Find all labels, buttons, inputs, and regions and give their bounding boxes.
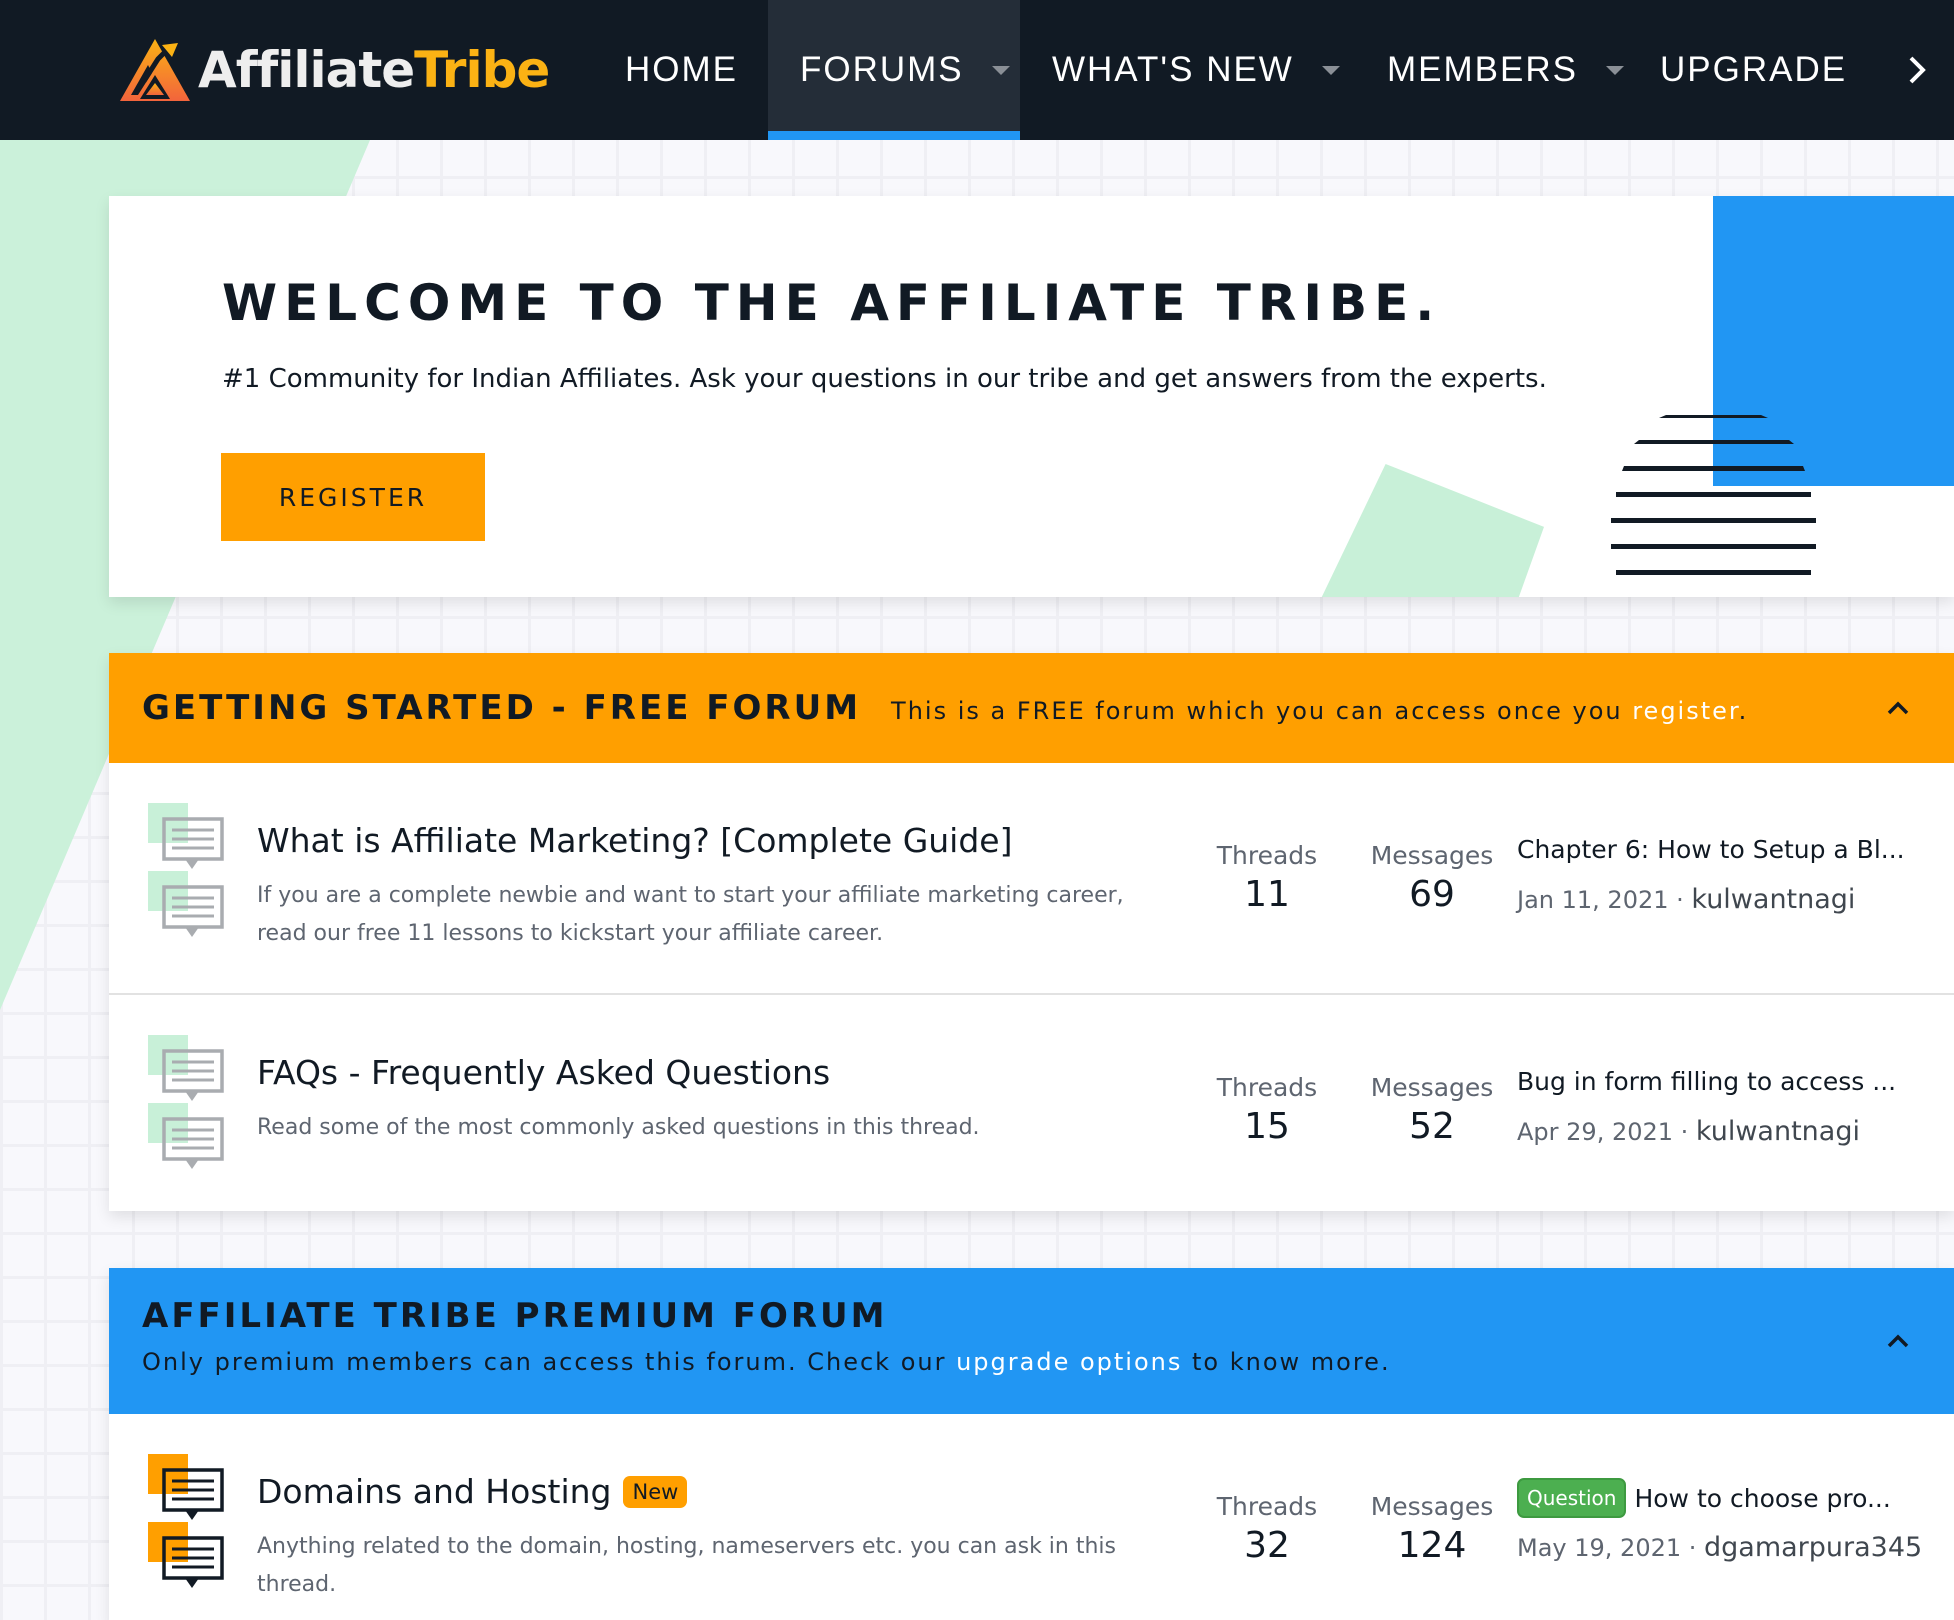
threads-count: 11 bbox=[1244, 874, 1290, 915]
messages-stat: Messages 69 bbox=[1354, 841, 1510, 915]
threads-count: 32 bbox=[1244, 1525, 1290, 1566]
latest-post-meta: Apr 29, 2021 · kulwantnagi bbox=[1517, 1116, 1860, 1147]
latest-post-user-link[interactable]: kulwantnagi bbox=[1696, 1116, 1860, 1147]
forum-description: If you are a complete newbie and want to… bbox=[257, 883, 1124, 946]
nav-home[interactable]: HOME bbox=[625, 0, 738, 140]
nav-more-button[interactable] bbox=[1897, 48, 1937, 92]
latest-post: Chapter 6: How to Setup a Bl... Jan 11, … bbox=[1517, 835, 1937, 915]
register-link[interactable]: register bbox=[1632, 697, 1738, 725]
category-title[interactable]: AFFILIATE TRIBE PREMIUM FORUM bbox=[142, 1296, 1954, 1336]
forum-description: Read some of the most commonly asked que… bbox=[257, 1115, 980, 1140]
latest-post: Bug in form filling to access ... Apr 29… bbox=[1517, 1067, 1937, 1147]
site-logo[interactable]: AffiliateTribe bbox=[118, 36, 550, 104]
question-prefix-badge: Question bbox=[1517, 1478, 1627, 1518]
nav-upgrade[interactable]: UPGRADE bbox=[1660, 0, 1847, 140]
nav-whats-new[interactable]: WHAT'S NEW bbox=[1052, 0, 1340, 140]
decorative-lines bbox=[1611, 415, 1816, 575]
top-navigation: AffiliateTribe HOME FORUMS WHAT'S NEW ME… bbox=[0, 0, 1954, 140]
logo-icon bbox=[120, 39, 190, 101]
upgrade-options-link[interactable]: upgrade options bbox=[956, 1348, 1182, 1376]
threads-stat: Threads 32 bbox=[1197, 1492, 1337, 1566]
forum-row: What is Affiliate Marketing? [Complete G… bbox=[109, 763, 1954, 995]
forum-read-icon bbox=[148, 1035, 224, 1169]
threads-stat: Threads 11 bbox=[1197, 841, 1337, 915]
welcome-banner: WELCOME TO THE AFFILIATE TRIBE. #1 Commu… bbox=[109, 196, 1954, 597]
collapse-chevron-up-icon[interactable] bbox=[1882, 1325, 1914, 1357]
messages-stat: Messages 52 bbox=[1354, 1073, 1510, 1147]
welcome-subtitle: #1 Community for Indian Affiliates. Ask … bbox=[222, 364, 1547, 394]
new-badge: New bbox=[623, 1475, 688, 1508]
category-description: This is a FREE forum which you can acces… bbox=[891, 697, 1749, 725]
messages-count: 124 bbox=[1397, 1525, 1467, 1566]
latest-post-title-link[interactable]: Bug in form filling to access ... bbox=[1517, 1067, 1937, 1096]
nav-members[interactable]: MEMBERS bbox=[1387, 0, 1624, 140]
forum-category-free: GETTING STARTED - FREE FORUM This is a F… bbox=[109, 653, 1954, 1211]
latest-post-user-link[interactable]: dgamarpura345 bbox=[1704, 1532, 1922, 1563]
forum-title-link[interactable]: What is Affiliate Marketing? [Complete G… bbox=[257, 821, 1012, 860]
latest-post-user-link[interactable]: kulwantnagi bbox=[1691, 884, 1855, 915]
welcome-title: WELCOME TO THE AFFILIATE TRIBE. bbox=[222, 274, 1442, 332]
forum-title-link[interactable]: FAQs - Frequently Asked Questions bbox=[257, 1053, 830, 1092]
forum-title-link[interactable]: Domains and Hosting New bbox=[257, 1472, 688, 1511]
category-title[interactable]: GETTING STARTED - FREE FORUM bbox=[142, 688, 861, 728]
forum-row: FAQs - Frequently Asked Questions Read s… bbox=[109, 995, 1954, 1211]
chevron-right-icon bbox=[1909, 56, 1926, 84]
messages-count: 69 bbox=[1409, 874, 1455, 915]
category-header: GETTING STARTED - FREE FORUM This is a F… bbox=[109, 653, 1954, 763]
threads-count: 15 bbox=[1244, 1106, 1290, 1147]
latest-post-title-link[interactable]: Chapter 6: How to Setup a Bl... bbox=[1517, 835, 1937, 864]
dropdown-caret-icon[interactable] bbox=[1321, 65, 1340, 75]
forum-row: Domains and Hosting New Anything related… bbox=[109, 1414, 1954, 1620]
messages-count: 52 bbox=[1409, 1106, 1455, 1147]
latest-post-meta: Jan 11, 2021 · kulwantnagi bbox=[1517, 884, 1856, 915]
collapse-chevron-up-icon[interactable] bbox=[1882, 692, 1914, 724]
forum-description: Anything related to the domain, hosting,… bbox=[257, 1534, 1116, 1597]
latest-post-meta: May 19, 2021 · dgamarpura345 bbox=[1517, 1532, 1923, 1563]
dropdown-caret-icon[interactable] bbox=[991, 65, 1010, 75]
latest-post-date[interactable]: May 19, 2021 bbox=[1517, 1534, 1681, 1562]
category-header: AFFILIATE TRIBE PREMIUM FORUM Only premi… bbox=[109, 1268, 1954, 1414]
decorative-shape bbox=[1304, 464, 1544, 597]
latest-post-date[interactable]: Apr 29, 2021 bbox=[1517, 1118, 1673, 1146]
messages-stat: Messages 124 bbox=[1354, 1492, 1510, 1566]
threads-stat: Threads 15 bbox=[1197, 1073, 1337, 1147]
latest-post-date[interactable]: Jan 11, 2021 bbox=[1517, 886, 1669, 914]
category-description: Only premium members can access this for… bbox=[142, 1348, 1391, 1376]
latest-post: Question How to choose pro... May 19, 202… bbox=[1517, 1478, 1937, 1563]
nav-forums[interactable]: FORUMS bbox=[768, 0, 1020, 140]
register-button[interactable]: REGISTER bbox=[221, 453, 485, 541]
latest-post-title-link[interactable]: Question How to choose pro... bbox=[1517, 1478, 1937, 1518]
forum-unread-icon bbox=[148, 1454, 224, 1588]
dropdown-caret-icon[interactable] bbox=[1605, 65, 1624, 75]
forum-read-icon bbox=[148, 803, 224, 937]
forum-category-premium: AFFILIATE TRIBE PREMIUM FORUM Only premi… bbox=[109, 1268, 1954, 1620]
logo-text: AffiliateTribe bbox=[198, 41, 550, 99]
